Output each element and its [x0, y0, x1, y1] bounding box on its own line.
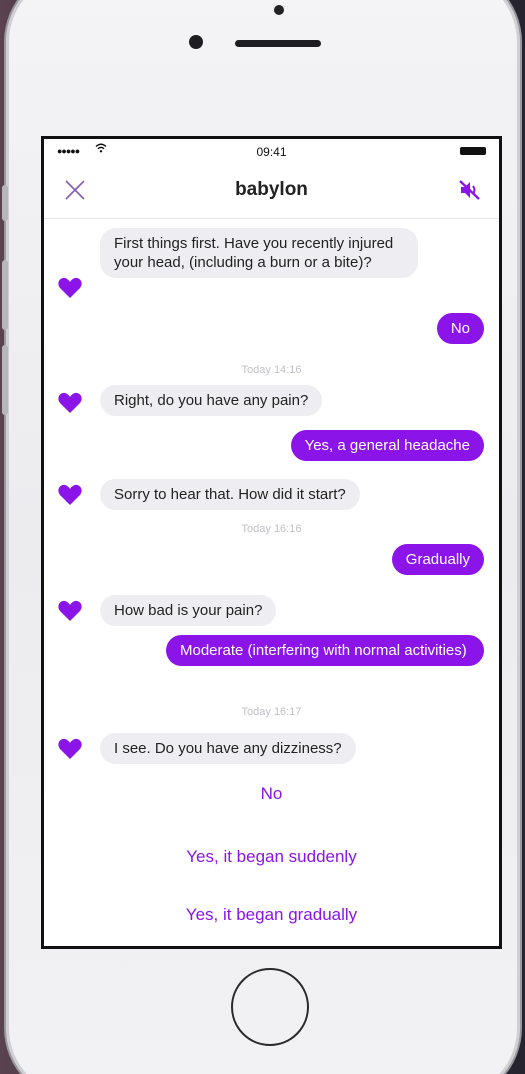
- heart-icon: [57, 391, 83, 415]
- chat-screen: ●●●●● 09:41 babylon First things first. …: [41, 136, 502, 949]
- user-message: No: [436, 313, 484, 344]
- status-time: 09:41: [256, 145, 287, 159]
- heart-icon: [57, 737, 83, 761]
- bot-message: Right, do you have any pain?: [100, 385, 323, 416]
- user-message: Gradually: [391, 544, 484, 575]
- bot-message: Sorry to hear that. How did it start?: [100, 479, 360, 510]
- nav-bar: babylon: [44, 163, 499, 219]
- status-bar: ●●●●● 09:41: [44, 139, 499, 163]
- battery-icon: [460, 147, 486, 155]
- user-message: Yes, a general headache: [290, 430, 484, 461]
- bot-message: How bad is your pain?: [100, 595, 277, 626]
- volume-up-button: [2, 260, 8, 330]
- user-message: Moderate (interfering with normal activi…: [166, 635, 484, 666]
- heart-icon: [57, 276, 83, 300]
- heart-icon: [57, 483, 83, 507]
- proximity-sensor: [189, 35, 203, 49]
- bot-message: First things first. Have you recently in…: [100, 228, 418, 278]
- answer-option-gradually[interactable]: Yes, it began gradually: [44, 905, 499, 925]
- mute-icon[interactable]: [457, 177, 483, 203]
- timestamp: Today 14:16: [241, 364, 302, 376]
- app-title: babylon: [235, 179, 308, 200]
- home-button[interactable]: [231, 968, 309, 1046]
- timestamp: Today 16:16: [241, 523, 302, 535]
- answer-option-suddenly[interactable]: Yes, it began suddenly: [44, 847, 499, 867]
- volume-down-button: [2, 345, 8, 415]
- bot-message: I see. Do you have any dizziness?: [100, 733, 356, 764]
- answer-option-no[interactable]: No: [44, 784, 499, 804]
- heart-icon: [57, 599, 83, 623]
- front-camera: [274, 5, 284, 15]
- side-button: [2, 185, 8, 221]
- timestamp: Today 16:17: [241, 706, 302, 718]
- earpiece-speaker: [235, 40, 321, 47]
